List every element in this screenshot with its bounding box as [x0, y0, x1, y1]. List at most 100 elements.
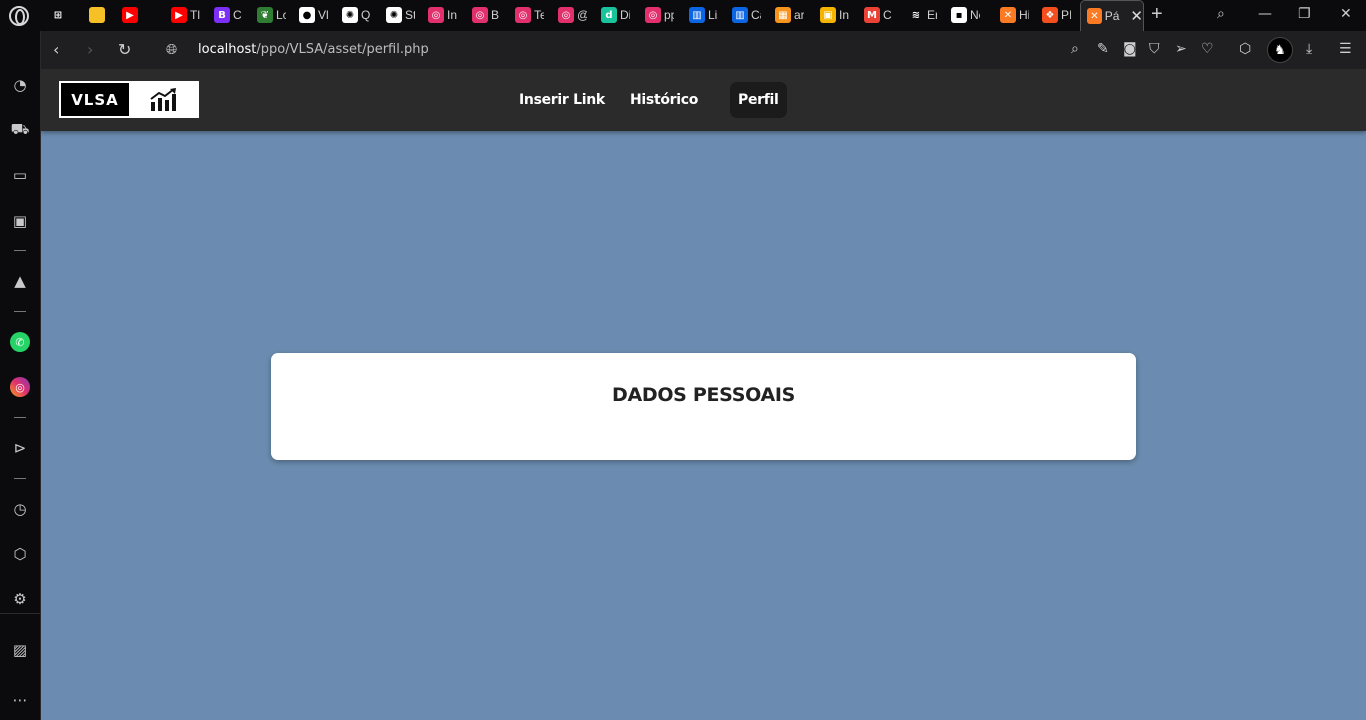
trello-icon: ▥	[689, 7, 705, 23]
settings-icon[interactable]: ⚙	[10, 589, 30, 609]
easy-setup-icon[interactable]: ☰	[1339, 41, 1352, 57]
heart-icon[interactable]: ♡	[1201, 41, 1214, 57]
site-info-icon[interactable]: 🌐︎	[166, 41, 177, 58]
openai-icon: ✺	[342, 7, 358, 23]
extensions-cube-icon[interactable]: ⬡	[10, 544, 30, 564]
url-field[interactable]: localhost/ppo/VLSA/asset/perfil.php	[198, 42, 429, 57]
tab[interactable]: ▪Ne	[951, 5, 980, 25]
forward-button[interactable]: ›	[87, 40, 93, 59]
tab[interactable]: ◎ Te	[515, 5, 544, 25]
tab[interactable]: ≋Er	[908, 5, 937, 25]
logo-text: VLSA	[61, 83, 129, 116]
address-bar: ‹ › ↻ 🌐︎ localhost/ppo/VLSA/asset/perfil…	[41, 31, 1366, 69]
sidebar-divider	[14, 311, 26, 312]
nav-perfil[interactable]: Perfil	[730, 82, 787, 118]
close-tab-icon[interactable]: ✕	[1130, 7, 1143, 25]
speed-dial-icon[interactable]: ◔	[10, 75, 30, 95]
gallery-icon[interactable]: ▨	[10, 640, 30, 660]
tab-title: Hi	[1019, 8, 1029, 22]
tab[interactable]: dDi	[601, 5, 630, 25]
tab[interactable]: ❦ Lc	[257, 5, 286, 25]
history-icon[interactable]: ◷	[10, 499, 30, 519]
tab[interactable]: ❖ PI	[1042, 5, 1071, 25]
leaf-icon: ❦	[257, 7, 273, 23]
instagram-icon: ◎	[428, 7, 444, 23]
tab[interactable]: BC	[214, 5, 243, 25]
tab[interactable]: ▦ ar	[775, 5, 804, 25]
tab[interactable]: ◎ In	[428, 5, 457, 25]
classroom-icon: ▣	[820, 7, 836, 23]
tab-title: Lis	[708, 8, 718, 22]
zoom-icon[interactable]: ⌕	[1071, 41, 1079, 57]
tab-title: St	[405, 8, 415, 22]
download-icon[interactable]: ⤓	[1306, 41, 1312, 57]
figma-icon: ❖	[1042, 7, 1058, 23]
nav-historico[interactable]: Histórico	[622, 82, 706, 118]
player-icon[interactable]: ⊳	[10, 438, 30, 458]
tab-title: In	[839, 8, 849, 22]
share-icon[interactable]: ✎	[1097, 41, 1109, 57]
instagram-icon: ◎	[645, 7, 661, 23]
tab[interactable]: ✺ St	[386, 5, 415, 25]
tab-title: Ca	[751, 8, 761, 22]
tab-title: PI	[1061, 8, 1071, 22]
sidebar-divider	[14, 250, 26, 251]
url-host: localhost	[198, 42, 257, 57]
tab[interactable]: ◎@	[558, 5, 587, 25]
xampp-icon: ✕	[1087, 8, 1102, 24]
tab[interactable]: ⊞	[50, 5, 66, 25]
tab[interactable]: ◎ B	[472, 5, 501, 25]
minimize-icon[interactable]: —	[1258, 6, 1272, 22]
workspace-icon[interactable]: ⛟	[10, 120, 30, 140]
cpu-icon[interactable]: ▣	[10, 211, 30, 231]
more-icon[interactable]: ⋯	[10, 690, 30, 710]
extensions-icon[interactable]: ⬡	[1239, 41, 1251, 57]
tab-title: Vl	[318, 8, 328, 22]
tab[interactable]: ▶ Tl	[171, 5, 200, 25]
vpn-shield-icon[interactable]: ⛉	[1149, 41, 1160, 57]
tab[interactable]: MC	[864, 5, 893, 25]
youtube-icon: ▶	[122, 7, 138, 23]
back-button[interactable]: ‹	[53, 40, 59, 59]
tab[interactable]	[89, 5, 105, 25]
send-icon[interactable]: ➢	[1175, 41, 1187, 57]
github-icon: ●	[299, 7, 315, 23]
close-window-icon[interactable]: ✕	[1340, 6, 1352, 22]
restore-icon[interactable]: ❐	[1298, 6, 1311, 22]
tab-title: Q	[361, 8, 371, 22]
youtube-icon: ▶	[171, 7, 187, 23]
whatsapp-icon[interactable]: ✆	[10, 332, 30, 352]
tab-active[interactable]: ✕ Pá ✕	[1080, 0, 1144, 31]
tab[interactable]: ✺ Q	[342, 5, 371, 25]
tab[interactable]: ▥Ca	[732, 5, 761, 25]
aria-icon[interactable]: ▲	[10, 271, 30, 291]
site-header: VLSA Inserir Link Histórico Perfil	[41, 69, 1366, 131]
instagram-icon[interactable]: ◎	[10, 377, 30, 397]
camera-icon[interactable]: ◙	[1123, 41, 1137, 57]
new-tab-icon[interactable]: +	[1151, 3, 1163, 26]
profile-avatar[interactable]: ♞	[1267, 37, 1293, 63]
nav-inserir-link[interactable]: Inserir Link	[511, 82, 613, 118]
url-path: /ppo/VLSA/asset/perfil.php	[256, 42, 429, 57]
tab-title: Lc	[276, 8, 286, 22]
tab-title: B	[491, 8, 500, 22]
tab-title: Di	[620, 8, 630, 22]
twitch-icon[interactable]: ▭	[10, 165, 30, 185]
tab[interactable]: ▣ In	[820, 5, 849, 25]
tab[interactable]: ✕Hi	[1000, 5, 1029, 25]
tab[interactable]: ▶	[122, 5, 138, 25]
tab-search-icon[interactable]: ⌕	[1217, 6, 1225, 22]
reload-button[interactable]: ↻	[118, 40, 131, 59]
tab[interactable]: ◎pp	[645, 5, 674, 25]
tab-title: Er	[927, 8, 937, 22]
grid-icon: ▦	[775, 7, 791, 23]
sidebar-divider	[0, 613, 41, 614]
tab-title: Te	[534, 8, 544, 22]
tab[interactable]: ● Vl	[299, 5, 328, 25]
site-logo[interactable]: VLSA	[59, 81, 199, 118]
keep-icon	[89, 7, 105, 23]
tab[interactable]: ▥Lis	[689, 5, 718, 25]
opera-menu-icon[interactable]	[9, 6, 29, 26]
page-viewport: VLSA Inserir Link Histórico Perfil DADOS…	[41, 69, 1366, 720]
browser-sidebar: ◔ ⛟ ▭ ▣ ▲ ✆ ◎ ⊳ ◷ ⬡ ⚙ ▨ ⋯	[0, 31, 41, 720]
